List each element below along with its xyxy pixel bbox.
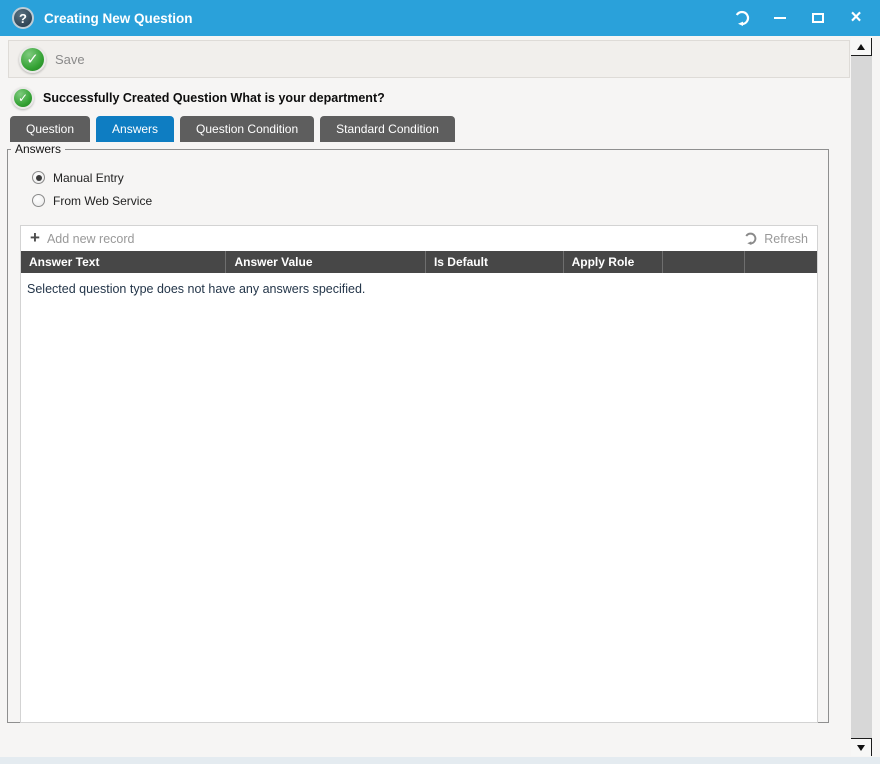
tab-question[interactable]: Question [10,116,90,142]
radio-from-web-service[interactable]: From Web Service [32,189,828,212]
refresh-window-button[interactable] [730,6,754,30]
window-controls: × [730,6,868,30]
scroll-up-button[interactable] [851,38,872,56]
refresh-grid-button[interactable]: Refresh [744,232,808,246]
arrow-up-icon [857,44,865,50]
maximize-button[interactable] [806,6,830,30]
tab-standard-condition[interactable]: Standard Condition [320,116,455,142]
grid-header-row: Answer Text Answer Value Is Default Appl… [21,251,817,273]
arrow-down-icon [857,745,865,751]
radio-button-icon [32,194,45,207]
radio-button-icon [32,171,45,184]
column-header-answer-text[interactable]: Answer Text [21,251,226,273]
add-new-record-label: Add new record [47,232,135,246]
answer-source-options: Manual Entry From Web Service [32,166,828,212]
success-check-icon: ✓ [12,87,34,109]
answers-legend: Answers [11,142,65,156]
window-bottom-edge [0,757,880,764]
close-icon: × [850,8,861,27]
column-header-empty-2 [745,251,817,273]
scrollbar-track[interactable] [851,56,872,738]
dialog-window: ? Creating New Question × [0,0,880,764]
save-button[interactable]: ✓ Save [19,46,85,73]
status-message-row: ✓ Successfully Created Question What is … [12,86,850,110]
vertical-scrollbar[interactable] [851,38,872,756]
scroll-down-button[interactable] [851,738,872,756]
radio-manual-entry[interactable]: Manual Entry [32,166,828,189]
window-title: Creating New Question [44,11,730,26]
grid-empty-message: Selected question type does not have any… [21,273,817,305]
minimize-icon [774,17,786,19]
add-new-record-button[interactable]: + Add new record [30,231,135,246]
dialog-body: ✓ Save ✓ Successfully Created Question W… [0,36,880,764]
save-check-icon: ✓ [19,46,46,73]
radio-manual-entry-label: Manual Entry [53,171,124,185]
title-bar: ? Creating New Question × [0,0,880,36]
radio-from-web-service-label: From Web Service [53,194,152,208]
tab-question-condition[interactable]: Question Condition [180,116,314,142]
refresh-grid-label: Refresh [764,232,808,246]
tab-answers[interactable]: Answers [96,116,174,142]
refresh-icon [744,232,757,245]
column-header-empty-1 [663,251,745,273]
maximize-icon [812,13,824,23]
action-toolbar: ✓ Save [8,40,850,78]
status-message: Successfully Created Question What is yo… [43,91,385,105]
refresh-icon [734,10,750,26]
tab-strip: Question Answers Question Condition Stan… [10,116,850,142]
help-icon[interactable]: ? [12,7,34,29]
grid-toolbar: + Add new record Refresh [21,226,817,251]
minimize-button[interactable] [768,6,792,30]
plus-icon: + [30,229,40,246]
column-header-is-default[interactable]: Is Default [426,251,564,273]
answers-groupbox: Answers Manual Entry From Web Service [7,142,829,723]
column-header-answer-value[interactable]: Answer Value [226,251,425,273]
column-header-apply-role[interactable]: Apply Role [564,251,664,273]
answers-grid: + Add new record Refresh Answer Te [20,225,818,723]
close-button[interactable]: × [844,6,868,30]
save-button-label: Save [55,52,85,67]
